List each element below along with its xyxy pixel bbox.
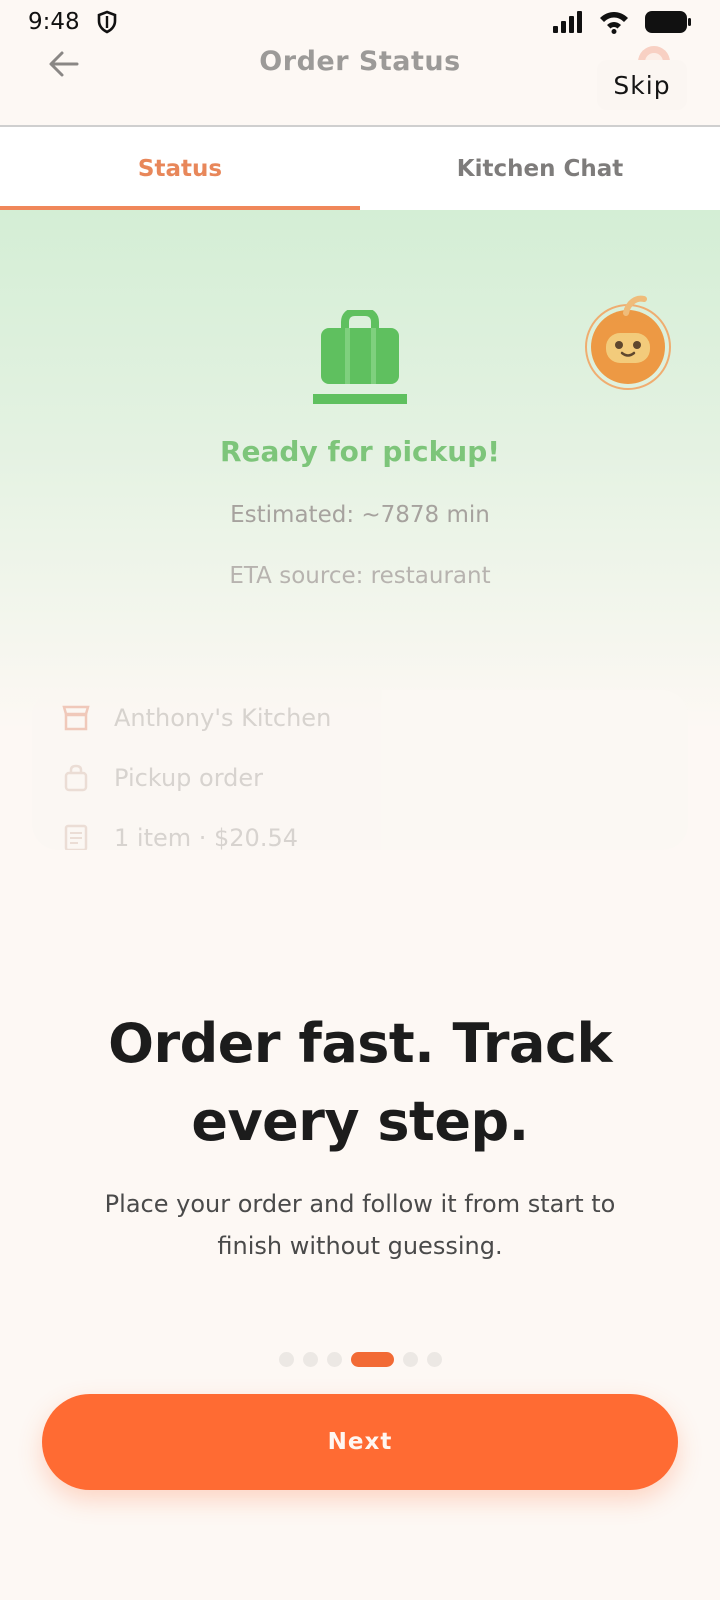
status-bar-right	[552, 10, 692, 34]
status-bar-left: 9:48	[28, 9, 118, 35]
page-dot	[426, 1351, 442, 1367]
skip-button[interactable]: Skip	[597, 60, 687, 110]
eta-source-text: ETA source: restaurant	[229, 563, 491, 589]
eta-text: Estimated: ~7878 min	[230, 502, 490, 528]
mascot-icon	[585, 295, 671, 390]
card-row-items: 1 item · $20.54	[62, 824, 298, 850]
page-dot	[402, 1351, 418, 1367]
tab-kitchen-chat[interactable]: Kitchen Chat	[360, 127, 720, 210]
page-dot	[278, 1351, 294, 1367]
page-dot	[326, 1351, 342, 1367]
store-icon	[62, 705, 90, 731]
shopping-bag-icon	[313, 310, 407, 404]
status-time: 9:48	[28, 9, 80, 35]
tab-bar: Status Kitchen Chat	[0, 127, 720, 210]
status-bar: 9:48	[0, 0, 720, 44]
bag-icon	[64, 764, 88, 792]
onboarding-subtitle: Place your order and follow it from star…	[70, 1183, 650, 1267]
onboarding-subtitle-line-2: finish without guessing.	[217, 1232, 503, 1260]
battery-icon	[645, 11, 691, 33]
onboarding-subtitle-line-1: Place your order and follow it from star…	[104, 1190, 616, 1218]
restaurant-name: Anthony's Kitchen	[114, 704, 332, 732]
order-summary-card: Anthony's Kitchen Pickup order 1 item · …	[32, 690, 688, 850]
status-panel: Ready for pickup! Estimated: ~7878 min E…	[0, 210, 720, 730]
card-row-restaurant: Anthony's Kitchen	[62, 704, 331, 732]
onboarding-title: Order fast. Track every step.	[0, 1005, 720, 1161]
tab-status[interactable]: Status	[0, 127, 360, 210]
signal-icon	[553, 11, 582, 33]
onboarding-title-line-2: every step.	[191, 1090, 529, 1153]
shield-icon	[97, 10, 116, 34]
app-header: Order Status Skip	[0, 44, 720, 127]
receipt-icon	[64, 824, 88, 850]
page-indicator	[0, 1351, 720, 1367]
ready-status-text: Ready for pickup!	[219, 435, 501, 468]
order-type: Pickup order	[114, 764, 264, 792]
page-dot	[302, 1351, 318, 1367]
page-dot-active	[350, 1351, 394, 1367]
items-total: 1 item · $20.54	[114, 824, 298, 850]
card-row-order-type: Pickup order	[62, 764, 263, 792]
wifi-icon	[600, 12, 628, 34]
next-button[interactable]: Next	[42, 1394, 678, 1490]
onboarding-title-line-1: Order fast. Track	[108, 1012, 612, 1075]
